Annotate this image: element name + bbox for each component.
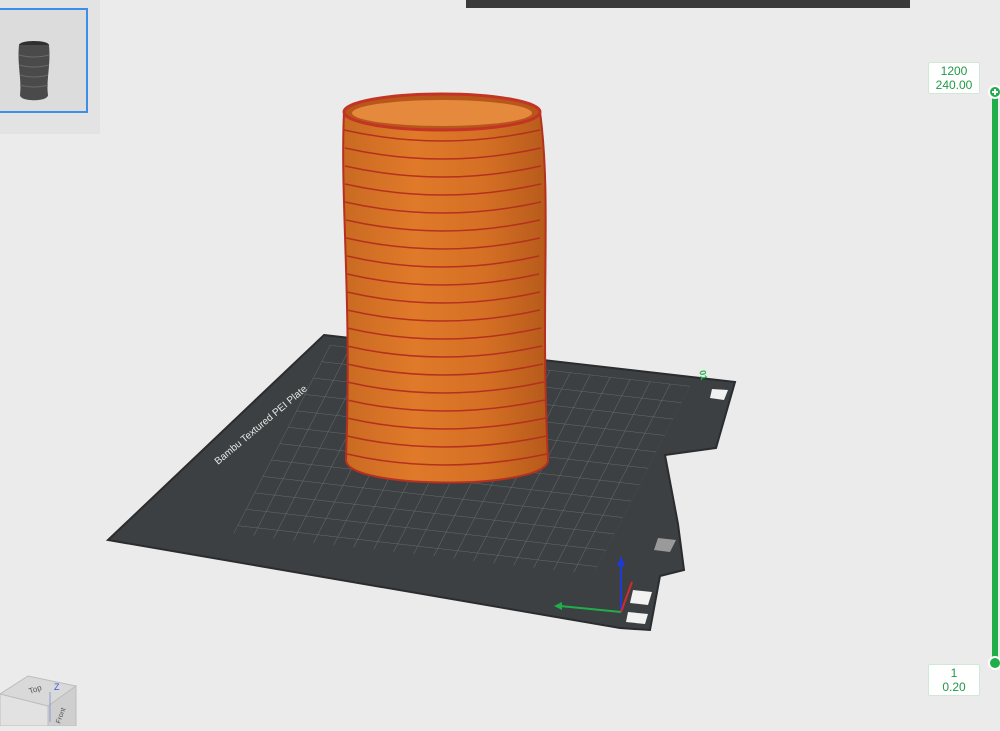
top-toolbar — [466, 0, 910, 8]
top-layer-readout: 1200 240.00 — [928, 62, 980, 94]
slider-rail[interactable] — [992, 92, 998, 664]
vase-opening — [352, 100, 532, 126]
vase-model[interactable] — [342, 92, 550, 484]
object-list-panel — [0, 0, 100, 134]
plate-notch — [626, 612, 648, 624]
object-thumbnail[interactable] — [0, 8, 88, 113]
3d-viewport[interactable]: 01 Bambu Textured PEI Plate 1200 240.00 … — [0, 0, 1000, 727]
top-layer-handle[interactable] — [988, 85, 1000, 99]
build-scene[interactable]: 01 Bambu Textured PEI Plate — [0, 0, 1000, 726]
top-layer-height: 240.00 — [935, 78, 973, 92]
bottom-layer-number: 1 — [950, 666, 958, 680]
bottom-layer-height: 0.20 — [942, 680, 966, 694]
view-cube[interactable]: Top Z Front — [0, 672, 80, 727]
plate-number: 01 — [697, 369, 709, 381]
bottom-layer-handle[interactable] — [988, 656, 1000, 670]
layer-slider[interactable]: 1200 240.00 1 0.20 — [928, 58, 1000, 700]
bottom-layer-readout: 1 0.20 — [928, 664, 980, 696]
vase-thumbnail-icon — [18, 41, 50, 101]
top-layer-number: 1200 — [940, 64, 968, 78]
view-cube-axis-label: Z — [54, 682, 60, 692]
